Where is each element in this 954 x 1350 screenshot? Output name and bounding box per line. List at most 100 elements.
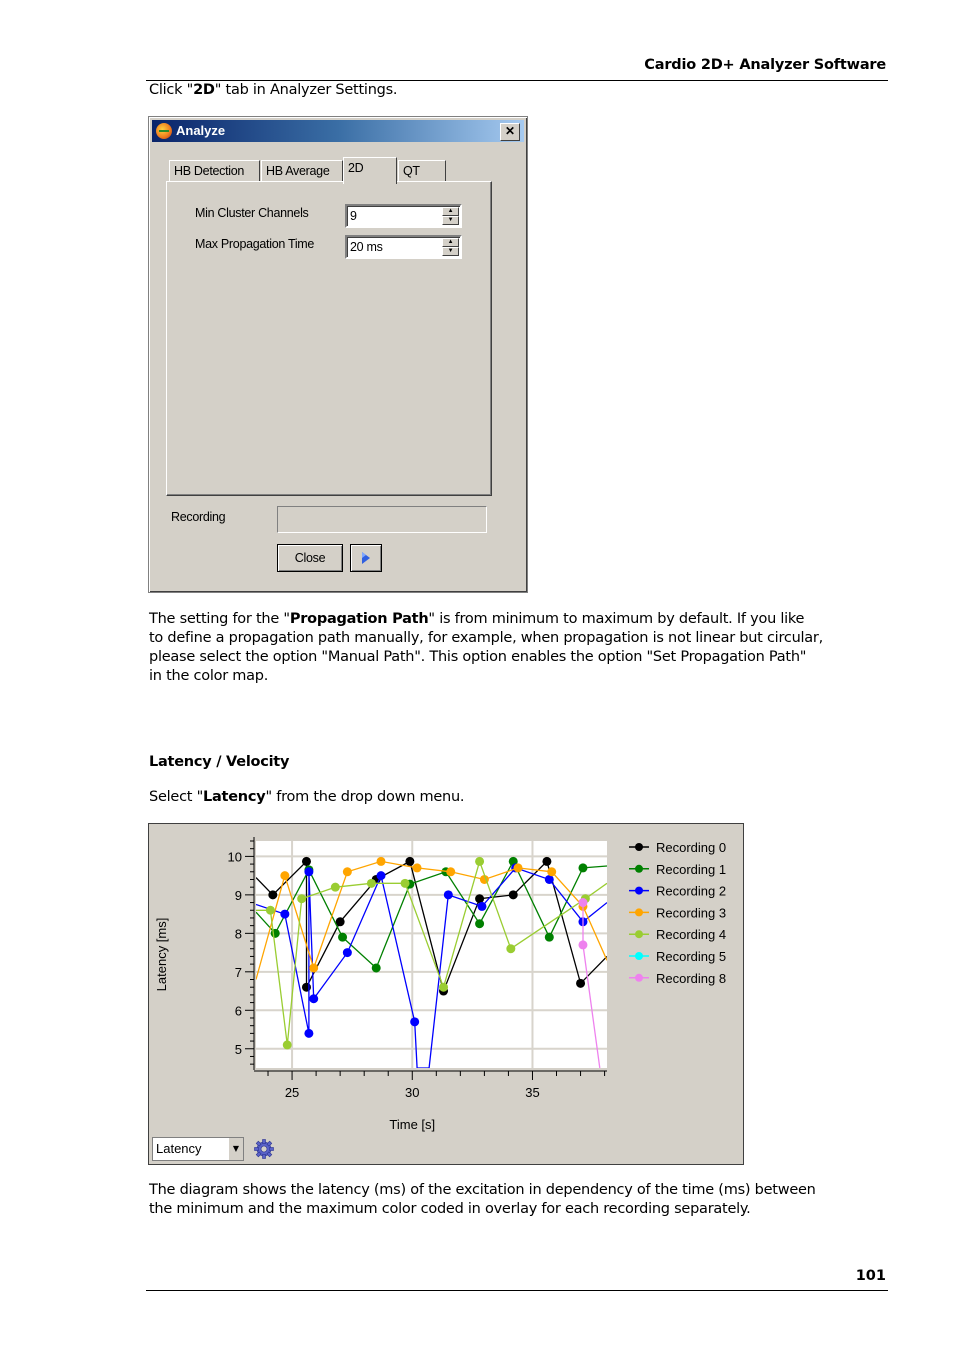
tab-hb-average[interactable]: HB Average [261,160,343,182]
max-propagation-time-spinner[interactable]: 20 ms ▲ ▼ [345,235,462,259]
x-tick-label: 30 [405,1085,419,1100]
chart-type-value: Latency [156,1141,202,1156]
data-point [410,1017,420,1027]
gear-icon[interactable] [253,1138,275,1160]
para1-line1: The setting for the "Propagation Path" i… [149,610,823,629]
document-header-title: Cardio 2D+ Analyzer Software [644,57,886,73]
para2-line2: the minimum and the maximum color coded … [149,1201,751,1217]
data-point [400,878,410,888]
min-cluster-channels-spinner[interactable]: 9 ▲ ▼ [345,204,462,228]
y-tick-label: 9 [235,888,242,903]
x-tick-label: 35 [525,1085,539,1100]
intro-post: " tab in Analyzer Settings. [214,82,398,98]
play-icon [362,552,370,564]
legend-marker [635,864,643,873]
data-point [330,882,340,892]
legend-marker [635,886,643,895]
spin-down-icon[interactable]: ▼ [442,247,459,256]
tab-2d[interactable]: 2D [343,157,397,184]
tab-hb-detection[interactable]: HB Detection [169,160,260,182]
data-point [446,867,456,877]
data-point [544,932,554,942]
data-point [578,863,588,873]
legend-label: Recording 5 [656,949,726,964]
data-point [542,856,552,866]
latency-chart: 5 6 7 8 9 10 25 30 35 Latency [ms] Time [s] Reco… [154,837,726,1132]
data-point [270,928,280,938]
legend-item: Recording 3 [629,905,726,920]
max-propagation-time-value[interactable]: 20 ms [350,240,383,254]
spin-down-icon[interactable]: ▼ [442,216,459,225]
min-cluster-channels-value[interactable]: 9 [350,209,357,223]
legend-item: Recording 4 [629,927,726,942]
legend-label: Recording 2 [656,884,726,899]
data-point [342,867,352,877]
min-cluster-channels-label: Min Cluster Channels [195,206,309,220]
dialog-title-bar[interactable]: Analyze ✕ [152,120,524,142]
spin-up-icon[interactable]: ▲ [442,207,459,216]
latency-chart-panel: 5 6 7 8 9 10 25 30 35 Latency [ms] Time [s] Reco… [148,823,744,1165]
data-point [268,890,278,900]
data-point [301,982,311,992]
data-point [443,890,453,900]
close-button[interactable]: Close [277,544,343,572]
footer-rule [146,1290,888,1291]
tab-qt[interactable]: QT [398,160,446,182]
x-axis-label: Time [s] [389,1117,435,1132]
data-point [578,898,588,908]
intro-text: Click "2D" tab in Analyzer Settings. [149,81,398,100]
data-point [280,909,290,919]
data-point [265,905,275,915]
play-button[interactable] [350,544,382,572]
x-tick-label: 25 [285,1085,299,1100]
legend-label: Recording 1 [656,862,726,877]
data-point [439,982,449,992]
data-point [342,948,352,958]
page-number: 101 [855,1268,886,1284]
section-heading: Latency / Velocity [149,754,290,770]
select-bold: Latency [203,789,266,805]
data-point [309,963,319,973]
y-tick-label: 8 [235,926,242,941]
data-point [371,963,381,973]
chevron-down-icon[interactable]: ▼ [228,1138,243,1160]
para1-line1-bold: Propagation Path [289,611,429,627]
data-point [304,1028,314,1038]
data-point [338,932,348,942]
chart-type-dropdown[interactable]: Latency ▼ [152,1137,244,1161]
select-latency-text: Select "Latency" from the drop down menu… [149,788,465,807]
legend-marker [635,973,643,982]
y-tick-label: 7 [235,965,242,980]
data-point [508,890,518,900]
data-point [475,856,485,866]
legend-item: Recording 5 [629,949,726,964]
y-tick-label: 6 [235,1003,242,1018]
data-point [282,1040,292,1050]
data-point [376,871,386,881]
legend-marker [635,952,643,960]
close-icon[interactable]: ✕ [500,123,520,141]
data-point [297,894,307,904]
app-logo-icon [156,123,172,139]
data-point [477,901,487,911]
data-point [475,894,485,904]
spin-up-icon[interactable]: ▲ [442,238,459,247]
data-point [578,940,588,950]
recording-label: Recording [171,510,226,524]
legend-label: Recording 8 [656,971,726,986]
legend-marker [635,908,643,917]
legend-marker [635,843,643,851]
propagation-path-paragraph: The setting for the "Propagation Path" i… [149,610,823,686]
data-point [366,878,376,888]
para1-line1-post: " is from minimum to maximum by default.… [428,611,805,627]
para1-line4: in the color map. [149,668,269,684]
data-point [506,944,516,954]
legend-item: Recording 0 [629,840,726,855]
select-pre: Select " [149,789,204,805]
analyze-dialog: Analyze ✕ HB Detection HB Average 2D QT … [148,116,528,593]
legend-label: Recording 3 [656,905,726,920]
data-point [513,863,523,873]
data-point [405,856,415,866]
legend-label: Recording 4 [656,927,726,942]
diagram-description: The diagram shows the latency (ms) of th… [149,1181,816,1219]
